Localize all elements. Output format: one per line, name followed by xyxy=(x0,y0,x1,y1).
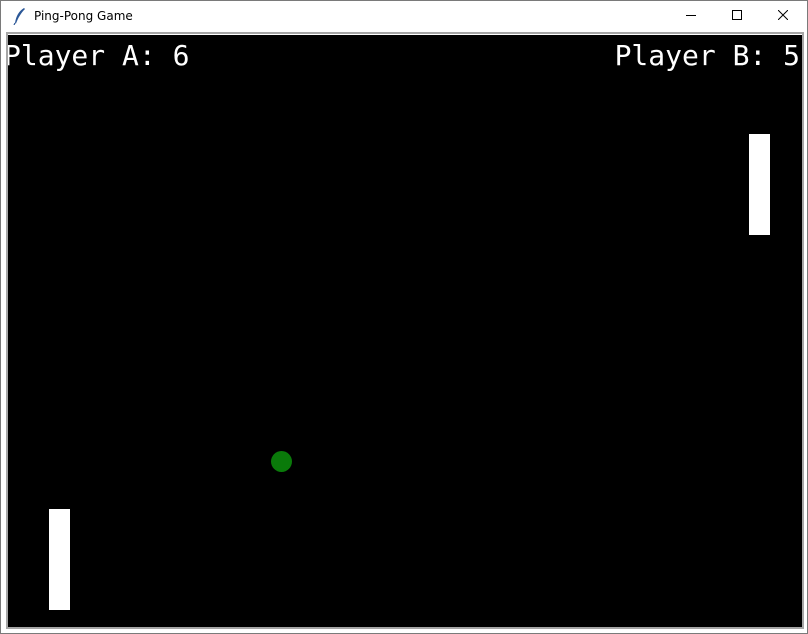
maximize-button[interactable] xyxy=(714,1,760,31)
close-icon xyxy=(777,7,789,25)
minimize-icon xyxy=(686,7,696,25)
ball xyxy=(271,451,292,472)
title-bar[interactable]: Ping-Pong Game xyxy=(1,1,807,31)
app-window: Ping-Pong Game Player A: 6 Player B: 5 xyxy=(0,0,808,634)
player-b-score: Player B: 5 xyxy=(614,39,800,72)
minimize-button[interactable] xyxy=(668,1,714,31)
paddle-player-b xyxy=(749,134,770,235)
paddle-player-a xyxy=(49,509,70,610)
game-canvas[interactable]: Player A: 6 Player B: 5 xyxy=(8,35,802,627)
window-title: Ping-Pong Game xyxy=(34,9,133,23)
feather-icon xyxy=(13,7,27,26)
close-button[interactable] xyxy=(760,1,806,31)
maximize-icon xyxy=(732,7,742,25)
player-a-score: Player A: 6 xyxy=(8,39,190,72)
